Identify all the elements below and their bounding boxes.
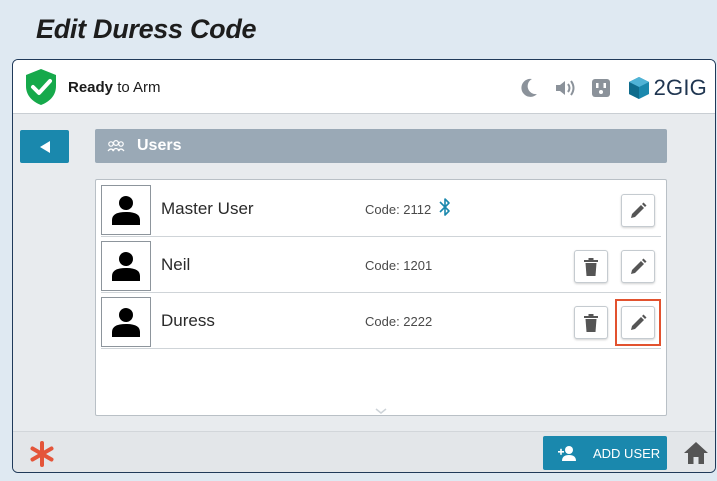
person-icon <box>112 308 140 337</box>
moon-icon[interactable] <box>516 76 542 100</box>
section-title: Users <box>137 137 182 154</box>
trash-icon <box>584 257 598 276</box>
bluetooth-icon <box>439 198 450 216</box>
delete-button[interactable] <box>574 306 608 339</box>
back-button[interactable] <box>20 130 69 163</box>
user-code: Code: 2222 <box>365 314 433 329</box>
pencil-icon <box>631 314 647 330</box>
user-list: Master User Code: 2112 Neil Code: 1201 D… <box>95 179 667 416</box>
device-screen: Ready to Arm 2GIG Users Master User Code… <box>12 59 716 473</box>
list-item[interactable]: Master User Code: 2112 <box>101 182 661 237</box>
delete-button[interactable] <box>574 250 608 283</box>
page-title: Edit Duress Code <box>36 14 257 44</box>
user-name: Neil <box>161 255 191 274</box>
pencil-icon <box>631 202 647 218</box>
edit-button[interactable] <box>621 194 655 227</box>
shield-check-icon <box>26 69 56 105</box>
person-icon <box>112 196 140 225</box>
home-icon[interactable] <box>683 441 709 465</box>
footer-bar: ADD USER <box>13 431 715 472</box>
emergency-star-icon[interactable] <box>29 441 55 467</box>
section-header: Users <box>95 129 667 163</box>
list-item[interactable]: Duress Code: 2222 <box>101 294 661 349</box>
user-name: Duress <box>161 311 215 330</box>
avatar <box>101 241 151 291</box>
outlet-icon[interactable] <box>588 76 614 100</box>
brand-cube-icon <box>628 77 649 99</box>
avatar <box>101 185 151 235</box>
list-item[interactable]: Neil Code: 1201 <box>101 238 661 293</box>
status-icons: 2GIG <box>506 74 707 102</box>
pencil-icon <box>631 258 647 274</box>
add-user-button[interactable]: ADD USER <box>543 436 667 470</box>
person-icon <box>112 252 140 281</box>
user-name: Master User <box>161 199 254 218</box>
brand-logo: 2GIG <box>628 75 707 101</box>
edit-button[interactable] <box>621 250 655 283</box>
status-bar: Ready to Arm 2GIG <box>13 60 715 114</box>
chevron-down-icon[interactable] <box>374 407 388 415</box>
arm-status: Ready to Arm <box>68 79 161 96</box>
back-arrow-icon <box>39 140 50 153</box>
edit-button[interactable] <box>621 306 655 339</box>
user-code: Code: 1201 <box>365 258 433 273</box>
speaker-icon[interactable] <box>552 76 578 100</box>
trash-icon <box>584 313 598 332</box>
users-icon <box>107 139 125 152</box>
add-user-icon <box>558 446 576 461</box>
add-user-label: ADD USER <box>593 445 661 461</box>
avatar <box>101 297 151 347</box>
user-code: Code: 2112 <box>365 202 432 217</box>
